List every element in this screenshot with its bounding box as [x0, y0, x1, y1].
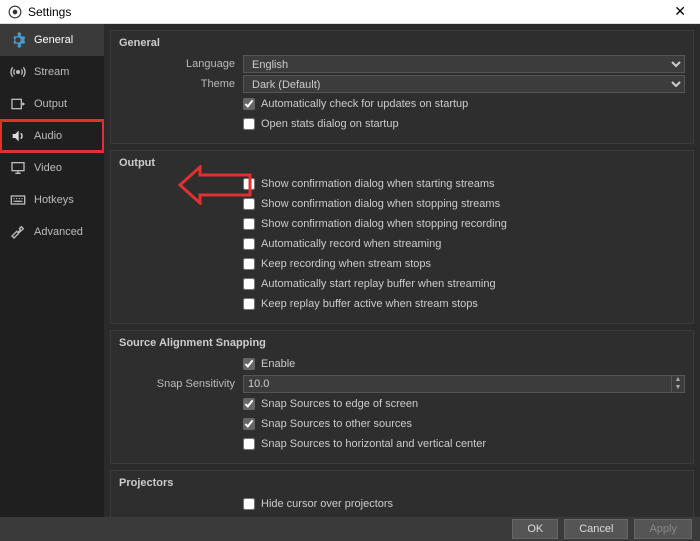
tools-icon: [10, 224, 26, 240]
output-icon: [10, 96, 26, 112]
snap-edge-label: Snap Sources to edge of screen: [261, 398, 418, 410]
sidebar-item-label: Stream: [34, 66, 69, 78]
theme-label: Theme: [119, 78, 243, 90]
confirm-stop-label: Show confirmation dialog when stopping s…: [261, 198, 500, 210]
language-select[interactable]: English: [243, 55, 685, 73]
snap-sensitivity-input[interactable]: [243, 375, 671, 393]
chevron-down-icon[interactable]: ▼: [672, 384, 684, 392]
section-title: Projectors: [119, 477, 685, 489]
proj-hide-cursor-label: Hide cursor over projectors: [261, 498, 393, 510]
snap-edge-checkbox[interactable]: [243, 398, 255, 410]
ok-button[interactable]: OK: [512, 519, 558, 539]
keep-replay-label: Keep replay buffer active when stream st…: [261, 298, 478, 310]
auto-record-label: Automatically record when streaming: [261, 238, 441, 250]
theme-select[interactable]: Dark (Default): [243, 75, 685, 93]
confirm-stop-checkbox[interactable]: [243, 198, 255, 210]
section-title: General: [119, 37, 685, 49]
proj-hide-cursor-checkbox[interactable]: [243, 498, 255, 510]
sidebar-item-output[interactable]: Output: [0, 88, 104, 120]
auto-replay-checkbox[interactable]: [243, 278, 255, 290]
monitor-icon: [10, 160, 26, 176]
chevron-up-icon[interactable]: ▲: [672, 376, 684, 384]
sidebar-item-label: Advanced: [34, 226, 83, 238]
window-title: Settings: [28, 5, 668, 19]
section-snapping: Source Alignment Snapping Enable Snap Se…: [110, 330, 694, 464]
snap-enable-checkbox[interactable]: [243, 358, 255, 370]
sidebar-item-label: Hotkeys: [34, 194, 74, 206]
snap-center-checkbox[interactable]: [243, 438, 255, 450]
sidebar-item-label: General: [34, 34, 73, 46]
sidebar: General Stream Output Audio Video Hotkey…: [0, 24, 104, 517]
auto-update-label: Automatically check for updates on start…: [261, 98, 468, 110]
snap-enable-label: Enable: [261, 358, 295, 370]
snap-other-checkbox[interactable]: [243, 418, 255, 430]
confirm-stop-rec-label: Show confirmation dialog when stopping r…: [261, 218, 507, 230]
open-stats-checkbox[interactable]: [243, 118, 255, 130]
confirm-start-checkbox[interactable]: [243, 178, 255, 190]
auto-update-checkbox[interactable]: [243, 98, 255, 110]
app-logo-icon: [8, 5, 22, 19]
sidebar-item-advanced[interactable]: Advanced: [0, 216, 104, 248]
confirm-start-label: Show confirmation dialog when starting s…: [261, 178, 495, 190]
section-output: Output Show confirmation dialog when sta…: [110, 150, 694, 324]
snap-center-label: Snap Sources to horizontal and vertical …: [261, 438, 486, 450]
close-icon[interactable]: ✕: [668, 1, 692, 22]
snap-sensitivity-spinner[interactable]: ▲▼: [671, 375, 685, 393]
keep-replay-checkbox[interactable]: [243, 298, 255, 310]
section-title: Output: [119, 157, 685, 169]
auto-record-checkbox[interactable]: [243, 238, 255, 250]
language-label: Language: [119, 58, 243, 70]
section-general: General Language English Theme Dark (Def…: [110, 30, 694, 144]
gear-icon: [10, 32, 26, 48]
keyboard-icon: [10, 192, 26, 208]
sidebar-item-video[interactable]: Video: [0, 152, 104, 184]
sidebar-item-label: Audio: [34, 130, 62, 142]
keep-recording-label: Keep recording when stream stops: [261, 258, 431, 270]
main-panel: General Language English Theme Dark (Def…: [104, 24, 700, 517]
sidebar-item-stream[interactable]: Stream: [0, 56, 104, 88]
apply-button[interactable]: Apply: [634, 519, 692, 539]
confirm-stop-rec-checkbox[interactable]: [243, 218, 255, 230]
cancel-button[interactable]: Cancel: [564, 519, 628, 539]
open-stats-label: Open stats dialog on startup: [261, 118, 399, 130]
section-projectors: Projectors Hide cursor over projectors M…: [110, 470, 694, 517]
keep-recording-checkbox[interactable]: [243, 258, 255, 270]
sidebar-item-audio[interactable]: Audio: [0, 120, 104, 152]
speaker-icon: [10, 128, 26, 144]
snap-sensitivity-label: Snap Sensitivity: [119, 378, 243, 390]
sidebar-item-hotkeys[interactable]: Hotkeys: [0, 184, 104, 216]
titlebar: Settings ✕: [0, 0, 700, 24]
footer: OK Cancel Apply: [0, 517, 700, 541]
section-title: Source Alignment Snapping: [119, 337, 685, 349]
auto-replay-label: Automatically start replay buffer when s…: [261, 278, 496, 290]
sidebar-item-label: Output: [34, 98, 67, 110]
broadcast-icon: [10, 64, 26, 80]
sidebar-item-label: Video: [34, 162, 62, 174]
sidebar-item-general[interactable]: General: [0, 24, 104, 56]
snap-other-label: Snap Sources to other sources: [261, 418, 412, 430]
